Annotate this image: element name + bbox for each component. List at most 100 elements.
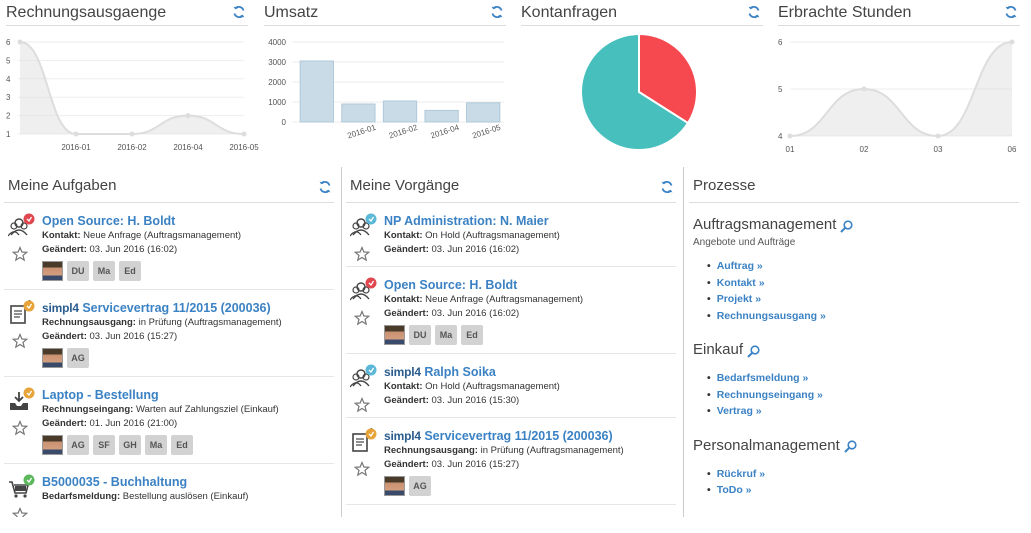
task-title-link[interactable]: simpl4 Ralph Soika <box>384 364 676 380</box>
data-point <box>129 131 135 137</box>
process-link[interactable]: ToDo » <box>717 484 752 496</box>
process-group-subtitle: Angebote und Aufträge <box>693 237 796 248</box>
task-row[interactable]: simpl4 Ralph Soika Kontakt: On Hold (Auft… <box>346 354 676 418</box>
star-icon[interactable] <box>353 245 371 262</box>
user-tag[interactable]: DU <box>409 325 431 345</box>
modified-value: 03. Jun 2016 (16:02) <box>428 308 520 319</box>
star-icon[interactable] <box>11 419 29 436</box>
user-tag[interactable]: SF <box>93 435 115 455</box>
user-tag[interactable]: Ma <box>93 261 115 281</box>
process-links: Rückruf » ToDo » <box>707 466 1019 499</box>
refresh-icon[interactable] <box>490 5 504 19</box>
task-status: Rechnungsausgang: in Prüfung (Auftragsma… <box>384 444 676 458</box>
avatar[interactable] <box>42 435 63 455</box>
search-icon[interactable] <box>844 439 857 453</box>
user-tag[interactable]: GH <box>119 435 141 455</box>
user-tag[interactable]: AG <box>409 476 431 496</box>
contacts-chat-icon <box>349 364 378 390</box>
process-link[interactable]: Bedarfsmeldung » <box>717 372 809 384</box>
task-title-text: Open Source: H. Boldt <box>42 214 176 228</box>
bar <box>466 102 501 123</box>
task-status: Rechnungseingang: Warten auf Zahlungszie… <box>42 403 334 417</box>
star-icon[interactable] <box>353 460 371 477</box>
process-link-item: Rechnungsausgang » <box>707 308 1019 325</box>
task-list: Open Source: H. Boldt Kontakt: Neue Anfra… <box>4 203 334 517</box>
process-link[interactable]: Rechnungsausgang » <box>717 310 826 322</box>
task-row[interactable]: simpl4 Servicevertrag 11/2015 (200036) Re… <box>346 418 676 505</box>
task-row[interactable]: Open Source: H. Boldt Kontakt: Neue Anfra… <box>346 267 676 354</box>
refresh-icon[interactable] <box>232 5 246 19</box>
process-link[interactable]: Rückruf » <box>717 468 765 480</box>
x-tick-label: 2016-05 <box>471 123 502 141</box>
process-link[interactable]: Vertrag » <box>717 405 762 417</box>
x-tick-label: 2016-02 <box>117 143 147 152</box>
star-icon[interactable] <box>11 506 29 517</box>
process-list: Auftragsmanagement Angebote und Aufträge A… <box>689 203 1019 503</box>
data-point <box>935 133 941 139</box>
task-title-link[interactable]: simpl4 Servicevertrag 11/2015 (200036) <box>42 300 334 316</box>
avatar[interactable] <box>384 476 405 496</box>
avatar[interactable] <box>42 261 63 281</box>
task-row[interactable]: NP Administration: N. Maier Kontakt: On H… <box>346 203 676 267</box>
task-status: Kontakt: On Hold (Auftragsmanagement) <box>384 380 676 394</box>
x-tick-label: 2016-05 <box>229 143 259 152</box>
status-value: in Prüfung (Auftragsmanagement) <box>477 445 624 456</box>
assignees: AG SF GH Ma Ed <box>42 435 334 455</box>
data-point <box>861 86 867 92</box>
task-title-link[interactable]: Laptop - Bestellung <box>42 387 334 403</box>
chart-area: 0 1000 2000 3000 4000 2016-01 2016-02 2016-04 20… <box>264 26 506 152</box>
user-tag[interactable]: DU <box>67 261 89 281</box>
task-title-link[interactable]: Open Source: H. Boldt <box>384 277 676 293</box>
task-row[interactable]: Open Source: H. Boldt Kontakt: Neue Anfra… <box>4 203 334 290</box>
star-icon[interactable] <box>11 332 29 349</box>
task-row[interactable]: B5000035 - Buchhaltung Bedarfsmeldung: Be… <box>4 464 334 517</box>
chart-title: Umsatz <box>264 0 506 26</box>
refresh-icon[interactable] <box>1004 5 1018 19</box>
avatar[interactable] <box>42 348 63 368</box>
refresh-icon[interactable] <box>747 5 761 19</box>
contacts-alert-icon <box>7 213 36 239</box>
user-tag[interactable]: Ma <box>435 325 457 345</box>
process-link[interactable]: Projekt » <box>717 293 761 305</box>
task-title-link[interactable]: Open Source: H. Boldt <box>42 213 334 229</box>
modified-value: 03. Jun 2016 (15:27) <box>428 459 520 470</box>
star-icon[interactable] <box>353 309 371 326</box>
chart-title: Kontanfragen <box>521 0 763 26</box>
search-icon[interactable] <box>840 219 854 233</box>
refresh-icon[interactable] <box>660 180 674 194</box>
user-tag[interactable]: Ed <box>461 325 483 345</box>
process-link[interactable]: Kontakt » <box>717 277 765 289</box>
task-modified: Geändert: 03. Jun 2016 (15:30) <box>384 394 676 408</box>
task-title-link[interactable]: NP Administration: N. Maier <box>384 213 676 229</box>
user-tag[interactable]: AG <box>67 348 89 368</box>
status-value: On Hold (Auftragsmanagement) <box>422 230 560 241</box>
task-title-link[interactable]: B5000035 - Buchhaltung <box>42 474 334 490</box>
user-tag[interactable]: AG <box>67 435 89 455</box>
process-link[interactable]: Rechnungseingang » <box>717 389 823 401</box>
task-title-link[interactable]: simpl4 Servicevertrag 11/2015 (200036) <box>384 428 676 444</box>
user-tag[interactable]: Ma <box>145 435 167 455</box>
bar <box>424 109 459 123</box>
task-row[interactable]: simpl4 Servicevertrag 11/2015 (200036) Re… <box>4 290 334 377</box>
panel-title-text: Prozesse <box>693 177 756 194</box>
column-divider <box>341 167 342 517</box>
user-tag[interactable]: Ed <box>171 435 193 455</box>
modified-key: Geändert: <box>42 331 87 342</box>
modified-key: Geändert: <box>384 459 429 470</box>
star-icon[interactable] <box>11 245 29 262</box>
refresh-icon[interactable] <box>318 180 332 194</box>
bar <box>341 103 376 123</box>
task-title-text: Laptop - Bestellung <box>42 388 159 402</box>
process-link-item: Auftrag » <box>707 258 1019 275</box>
search-icon[interactable] <box>747 344 760 358</box>
task-row[interactable]: Laptop - Bestellung Rechnungseingang: War… <box>4 377 334 464</box>
task-title-text: B5000035 - Buchhaltung <box>42 475 188 489</box>
process-group: Auftragsmanagement Angebote und Aufträge A… <box>689 203 1019 328</box>
star-icon[interactable] <box>353 396 371 413</box>
user-tag[interactable]: Ed <box>119 261 141 281</box>
y-tick-label: 2 <box>6 112 11 121</box>
avatar[interactable] <box>384 325 405 345</box>
y-tick-label: 6 <box>6 38 11 47</box>
panel-title-text: Meine Vorgänge <box>350 177 460 194</box>
process-link[interactable]: Auftrag » <box>717 260 763 272</box>
